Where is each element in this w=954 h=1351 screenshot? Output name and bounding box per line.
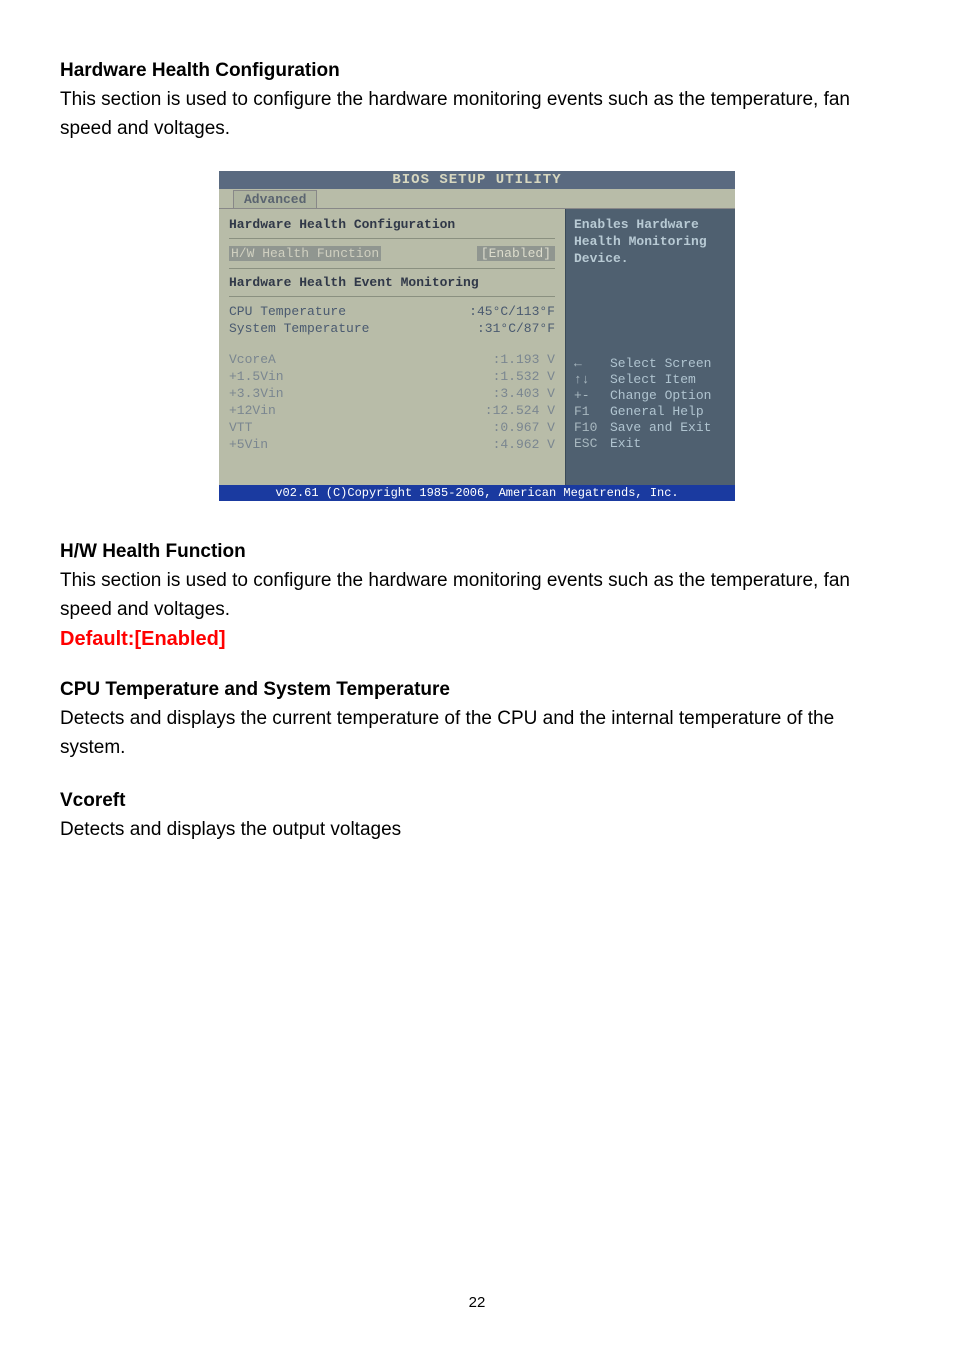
bios-sys-temp-label: System Temperature	[229, 321, 369, 336]
bios-nav-text: Save and Exit	[610, 420, 711, 435]
section-hardware-health-config: Hardware Health Configuration This secti…	[60, 60, 894, 143]
bios-nav-row: F1 General Help	[574, 404, 727, 419]
bios-row-cpu-temp: CPU Temperature :45°C/113°F	[229, 303, 555, 320]
bios-row-sys-temp: System Temperature :31°C/87°F	[229, 320, 555, 337]
heading-cputemp: CPU Temperature and System Temperature	[60, 679, 894, 701]
bios-voltage-value: :12.524 V	[485, 403, 555, 418]
body-vcoreft: Detects and displays the output voltages	[60, 816, 894, 845]
bios-nav-text: Select Item	[610, 372, 696, 387]
default-value-hwhf: Default:[Enabled]	[60, 628, 894, 651]
body-hwhf: This section is used to configure the ha…	[60, 567, 894, 624]
bios-voltage-label: +12Vin	[229, 403, 276, 418]
heading-vcoreft: Vcoreft	[60, 790, 894, 812]
bios-voltage-label: VTT	[229, 420, 252, 435]
bios-row-voltage: VTT :0.967 V	[229, 419, 555, 436]
bios-nav-row: ← Select Screen	[574, 356, 727, 371]
bios-cpu-temp-value: :45°C/113°F	[469, 304, 555, 319]
bios-footer: v02.61 (C)Copyright 1985-2006, American …	[219, 485, 735, 501]
bios-nav-key: F1	[574, 404, 610, 419]
bios-nav: ← Select Screen ↑↓ Select Item +- Change…	[574, 356, 727, 451]
bios-content: Hardware Health Configuration H/W Health…	[219, 208, 735, 485]
bios-nav-row: +- Change Option	[574, 388, 727, 403]
bios-nav-key: ←	[574, 356, 610, 371]
bios-voltage-label: +1.5Vin	[229, 369, 284, 384]
bios-right-panel: Enables Hardware Health Monitoring Devic…	[565, 209, 735, 485]
bios-row-voltage: +1.5Vin :1.532 V	[229, 368, 555, 385]
bios-divider	[229, 268, 555, 269]
bios-left-panel: Hardware Health Configuration H/W Health…	[219, 209, 565, 485]
bios-row-voltage: VcoreA :1.193 V	[229, 351, 555, 368]
bios-nav-row: ↑↓ Select Item	[574, 372, 727, 387]
bios-sys-temp-value: :31°C/87°F	[477, 321, 555, 336]
bios-voltage-value: :1.532 V	[493, 369, 555, 384]
bios-voltage-value: :4.962 V	[493, 437, 555, 452]
bios-row-voltage: +3.3Vin :3.403 V	[229, 385, 555, 402]
bios-title-bar: BIOS SETUP UTILITY	[219, 171, 735, 189]
bios-tab-row: Advanced	[219, 189, 735, 208]
bios-voltage-label: +5Vin	[229, 437, 268, 452]
bios-row-voltage: +5Vin :4.962 V	[229, 436, 555, 453]
heading-hwhf: H/W Health Function	[60, 541, 894, 563]
bios-monitoring-title: Hardware Health Event Monitoring	[229, 275, 555, 290]
bios-nav-text: General Help	[610, 404, 704, 419]
bios-voltage-value: :0.967 V	[493, 420, 555, 435]
heading-hhc: Hardware Health Configuration	[60, 60, 894, 82]
bios-cpu-temp-label: CPU Temperature	[229, 304, 346, 319]
bios-row-voltage: +12Vin :12.524 V	[229, 402, 555, 419]
bios-right-desc: Enables Hardware	[574, 217, 727, 232]
bios-nav-row: F10 Save and Exit	[574, 420, 727, 435]
body-cputemp: Detects and displays the current tempera…	[60, 705, 894, 762]
bios-right-desc: Device.	[574, 251, 727, 266]
bios-row-hw-health[interactable]: H/W Health Function [Enabled]	[229, 245, 555, 262]
bios-nav-key: +-	[574, 388, 610, 403]
bios-nav-key: ↑↓	[574, 372, 610, 387]
bios-nav-key: F10	[574, 420, 610, 435]
bios-tab-advanced[interactable]: Advanced	[233, 190, 317, 208]
bios-nav-text: Change Option	[610, 388, 711, 403]
bios-hw-health-value[interactable]: [Enabled]	[477, 246, 555, 261]
bios-voltage-value: :3.403 V	[493, 386, 555, 401]
bios-voltage-label: +3.3Vin	[229, 386, 284, 401]
bios-divider	[229, 238, 555, 239]
page-number: 22	[0, 1294, 954, 1311]
section-vcoreft: Vcoreft Detects and displays the output …	[60, 790, 894, 845]
bios-voltage-value: :1.193 V	[493, 352, 555, 367]
section-hw-health-function: H/W Health Function This section is used…	[60, 541, 894, 651]
body-hhc: This section is used to configure the ha…	[60, 86, 894, 143]
bios-window: BIOS SETUP UTILITY Advanced Hardware Hea…	[219, 171, 735, 501]
bios-nav-row: ESC Exit	[574, 436, 727, 451]
bios-divider	[229, 296, 555, 297]
bios-nav-key: ESC	[574, 436, 610, 451]
bios-left-title: Hardware Health Configuration	[229, 217, 555, 232]
bios-nav-text: Exit	[610, 436, 641, 451]
bios-hw-health-label: H/W Health Function	[229, 246, 381, 261]
bios-screenshot: BIOS SETUP UTILITY Advanced Hardware Hea…	[60, 171, 894, 501]
bios-nav-text: Select Screen	[610, 356, 711, 371]
section-cpu-temp: CPU Temperature and System Temperature D…	[60, 679, 894, 762]
bios-voltage-label: VcoreA	[229, 352, 276, 367]
bios-right-desc: Health Monitoring	[574, 234, 727, 249]
